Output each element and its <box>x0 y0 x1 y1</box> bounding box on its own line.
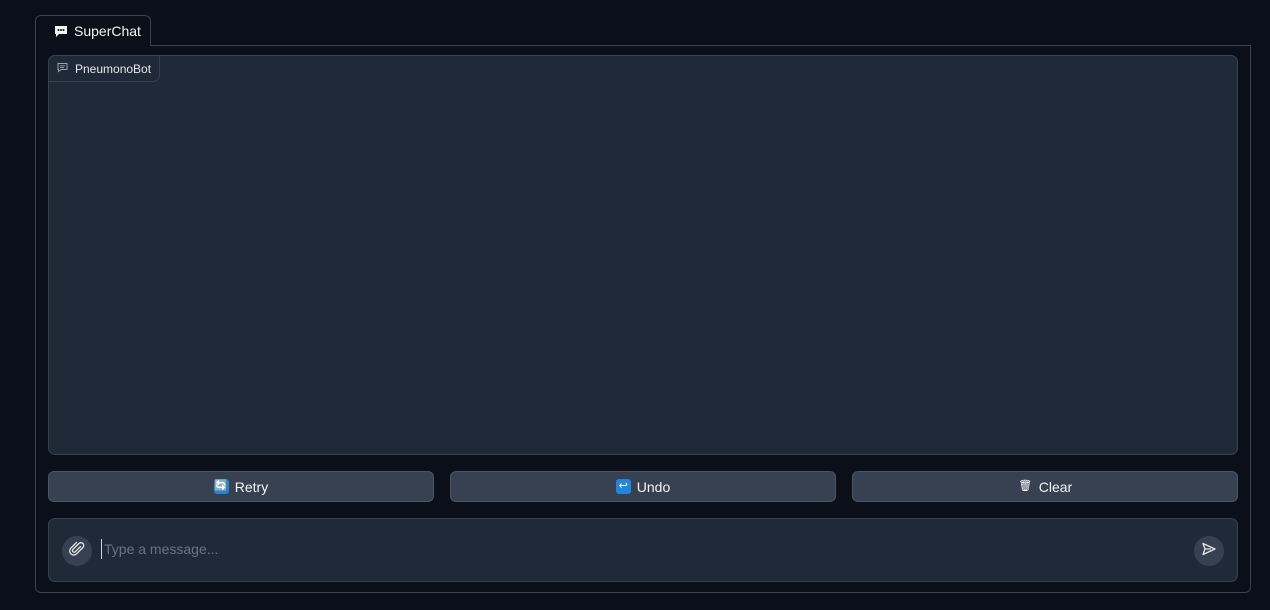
trash-icon: 🗑 <box>1018 480 1033 492</box>
chatbot-label-text: PneumonoBot <box>75 61 152 76</box>
send-button[interactable] <box>1194 536 1224 566</box>
attach-button[interactable] <box>62 536 92 566</box>
send-icon <box>1201 541 1217 562</box>
undo-icon: ↩ <box>615 479 631 494</box>
undo-button[interactable]: ↩ Undo <box>450 471 836 502</box>
message-input[interactable] <box>101 539 1181 559</box>
retry-label: Retry <box>234 478 269 495</box>
undo-label: Undo <box>636 478 671 495</box>
chatbot-label: PneumonoBot <box>48 55 161 82</box>
chat-icon <box>57 62 68 76</box>
paperclip-icon <box>69 541 85 562</box>
clear-label: Clear <box>1038 478 1073 495</box>
tab-label: SuperChat <box>74 23 141 39</box>
clear-button[interactable]: 🗑 Clear <box>852 471 1238 502</box>
chatbot-display: PneumonoBot <box>48 55 1238 455</box>
message-composer <box>48 518 1238 582</box>
tab-superchat[interactable]: SuperChat <box>35 15 151 46</box>
retry-button[interactable]: 🔄 Retry <box>48 471 434 502</box>
retry-icon: 🔄 <box>213 479 229 494</box>
action-buttons: 🔄 Retry ↩ Undo 🗑 Clear <box>48 471 1238 502</box>
speech-bubble-icon <box>54 25 68 38</box>
